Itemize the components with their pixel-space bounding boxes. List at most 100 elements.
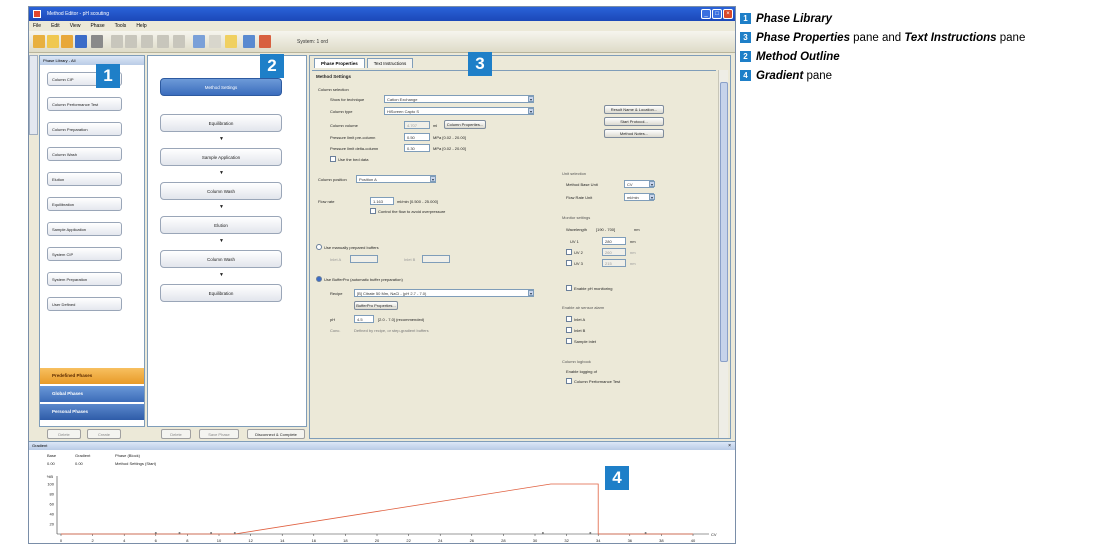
inlet-a-checkbox[interactable]: [566, 316, 572, 322]
cut-icon[interactable]: [111, 35, 123, 48]
technique-select[interactable]: Cation Exchange: [384, 95, 534, 103]
tab-text-instructions[interactable]: Text Instructions: [366, 58, 414, 68]
control-flow-checkbox[interactable]: [370, 208, 376, 214]
recipe-select[interactable]: [B] Citrate 50 Mm, NaCl - (pH 2.7 - 7.0): [354, 289, 534, 297]
side-tab-strip[interactable]: [29, 55, 38, 135]
menu-file[interactable]: File: [33, 21, 41, 31]
maximize-button[interactable]: □: [712, 9, 722, 19]
step-equilibration[interactable]: Equilibration: [160, 114, 282, 132]
menu-view[interactable]: View: [70, 21, 81, 31]
save-phase-button[interactable]: Save Phase: [199, 429, 239, 439]
scrollbar-thumb[interactable]: [720, 82, 728, 362]
phase-item-user-defined[interactable]: User Defined: [47, 297, 122, 311]
step-equilibration-2[interactable]: Equilibration: [160, 284, 282, 302]
uv3-checkbox[interactable]: [566, 260, 572, 266]
column-position-select[interactable]: Position A: [356, 175, 436, 183]
cell-gradient: 0.00: [75, 461, 83, 466]
phase-item-system-cip[interactable]: System CIP: [47, 247, 122, 261]
bufferpro-radio[interactable]: [316, 276, 322, 282]
copy-icon[interactable]: [125, 35, 137, 48]
result-name-location-button[interactable]: Result Name & Location...: [604, 105, 664, 114]
properties-body: Method Settings Column selection Show fo…: [312, 70, 716, 438]
uv1-field[interactable]: 280: [602, 237, 626, 245]
chevron-down-icon[interactable]: ▾: [649, 194, 655, 200]
chevron-down-icon[interactable]: ▾: [528, 290, 534, 296]
undo-icon[interactable]: [157, 35, 169, 48]
pressure-limit-field[interactable]: 0.50: [404, 133, 430, 141]
ph-field[interactable]: 4.5: [354, 315, 374, 323]
delta-limit-field[interactable]: 0.30: [404, 144, 430, 152]
manual-buffers-radio[interactable]: [316, 244, 322, 250]
phase-item-column-preparation[interactable]: Column Preparation: [47, 122, 122, 136]
library-delete-button[interactable]: Delete: [47, 429, 81, 439]
phase-item-column-wash[interactable]: Column Wash: [47, 147, 122, 161]
inlet-b-checkbox[interactable]: [566, 327, 572, 333]
phase-item-column-performance-test[interactable]: Column Performance Test: [47, 97, 122, 111]
disconnect-complete-button[interactable]: Disconnect & Complete: [247, 429, 305, 439]
use-bed-data-checkbox[interactable]: [330, 156, 336, 162]
legend-text: Phase Properties pane and Text Instructi…: [756, 31, 1026, 44]
category-global-phases[interactable]: Global Phases: [40, 386, 144, 402]
phase-item-equilibration[interactable]: Equilibration: [47, 197, 122, 211]
step-column-wash[interactable]: Column Wash: [160, 182, 282, 200]
phase-item-elution[interactable]: Elution: [47, 172, 122, 186]
bufferpro-properties-button[interactable]: BufferPro Properties...: [354, 301, 398, 310]
column-perf-test-checkbox[interactable]: [566, 378, 572, 384]
page-icon[interactable]: [209, 35, 221, 48]
close-button[interactable]: ×: [723, 9, 733, 19]
flow-rate-field[interactable]: 1.163: [370, 197, 394, 205]
column-type-select[interactable]: HiScreen Capto S: [384, 107, 534, 115]
outline-delete-button[interactable]: Delete: [161, 429, 191, 439]
legend-text: Method Outline: [756, 50, 840, 63]
properties-scrollbar[interactable]: [718, 70, 728, 438]
column-properties-button[interactable]: Column Properties...: [444, 120, 486, 129]
start-protocol-button[interactable]: Start Protocol...: [604, 117, 664, 126]
phase-item-sample-application[interactable]: Sample Application: [47, 222, 122, 236]
sample-inlet-checkbox[interactable]: [566, 338, 572, 344]
save-icon[interactable]: [75, 35, 87, 48]
lock-icon[interactable]: [225, 35, 237, 48]
step-method-settings[interactable]: Method Settings: [160, 78, 282, 96]
x-tick-label: 14: [280, 538, 285, 543]
new-method-icon[interactable]: [33, 35, 45, 48]
print-icon[interactable]: [91, 35, 103, 48]
recipe-label: Recipe: [330, 291, 343, 296]
chevron-down-icon[interactable]: ▾: [430, 176, 436, 182]
x-tick-label: 18: [343, 538, 348, 543]
chevron-down-icon[interactable]: ▾: [528, 108, 534, 114]
check-icon[interactable]: [259, 35, 271, 48]
menu-tools[interactable]: Tools: [115, 21, 127, 31]
inlet-a-chk-label: Inlet A: [574, 317, 586, 322]
close-icon[interactable]: ×: [728, 442, 731, 450]
x-tick-label: 22: [406, 538, 411, 543]
category-personal-phases[interactable]: Personal Phases: [40, 404, 144, 420]
redo-icon[interactable]: [173, 35, 185, 48]
legend-text: Phase Library: [756, 12, 833, 25]
column-perf-test-label: Column Performance Test: [574, 379, 621, 384]
open-recent-icon[interactable]: [61, 35, 73, 48]
step-column-wash-2[interactable]: Column Wash: [160, 250, 282, 268]
ph-monitoring-checkbox[interactable]: [566, 285, 572, 291]
ph-monitoring-label: Enable pH monitoring: [574, 286, 613, 291]
method-notes-button[interactable]: Method Notes...: [604, 129, 664, 138]
run-icon[interactable]: [193, 35, 205, 48]
phase-properties-pane: Phase Properties Text Instructions Metho…: [309, 55, 731, 439]
menu-help[interactable]: Help: [136, 21, 146, 31]
phase-item-system-preparation[interactable]: System Preparation: [47, 272, 122, 286]
open-folder-icon[interactable]: [47, 35, 59, 48]
library-create-button[interactable]: Create: [87, 429, 121, 439]
system-status: System: 1 ord: [297, 39, 328, 45]
step-elution[interactable]: Elution: [160, 216, 282, 234]
menu-edit[interactable]: Edit: [51, 21, 60, 31]
tab-phase-properties[interactable]: Phase Properties: [314, 58, 365, 68]
menu-phase[interactable]: Phase: [90, 21, 104, 31]
chevron-down-icon[interactable]: ▾: [649, 181, 655, 187]
chevron-down-icon[interactable]: ▾: [528, 96, 534, 102]
menu-bar: File Edit View Phase Tools Help: [29, 21, 735, 31]
paste-icon[interactable]: [141, 35, 153, 48]
uv2-checkbox[interactable]: [566, 249, 572, 255]
chart-icon[interactable]: [243, 35, 255, 48]
minimize-button[interactable]: _: [701, 9, 711, 19]
step-sample-application[interactable]: Sample Application: [160, 148, 282, 166]
category-predefined-phases[interactable]: Predefined Phases: [40, 368, 144, 384]
